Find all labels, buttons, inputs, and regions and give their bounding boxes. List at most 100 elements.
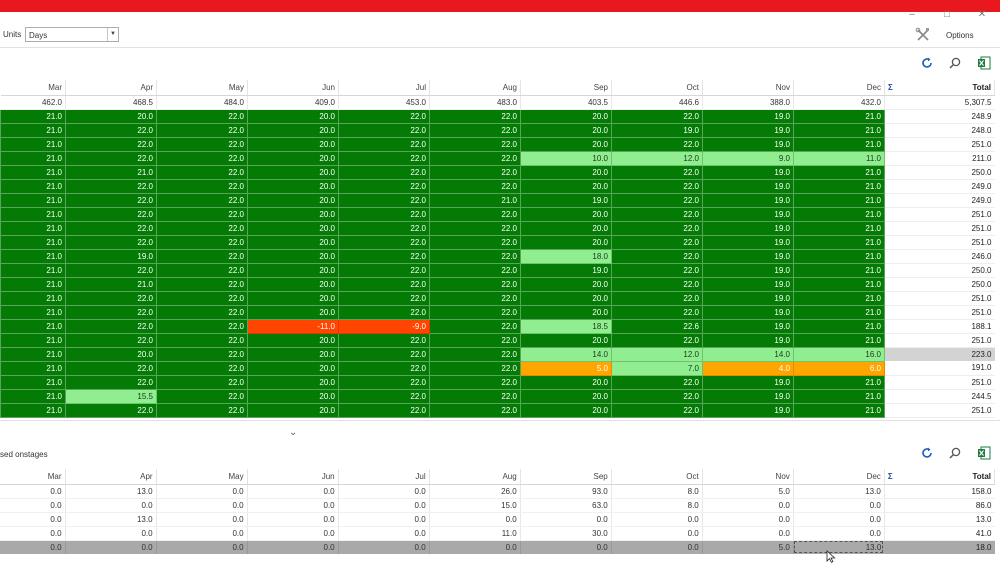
grid-cell[interactable]: 18.0 <box>520 248 612 264</box>
table-row[interactable]: 21.0 19.0 22.0 20.0 22.0 22.0 18.0 22.0 19.0 21.0… <box>0 248 995 264</box>
grid-cell[interactable]: 22.0 <box>429 318 521 334</box>
grid-cell[interactable]: 14.0 <box>520 346 612 362</box>
grid-cell[interactable]: 22.0 <box>338 360 430 376</box>
grid-cell[interactable]: 21.0 <box>793 192 885 208</box>
grid-cell[interactable]: 0.0 <box>338 484 430 499</box>
grid-cell[interactable]: -11.0 <box>247 318 339 334</box>
grid-cell[interactable]: 0.0 <box>65 540 157 554</box>
panel-splitter[interactable]: ⌄ <box>0 420 1000 448</box>
grid-cell[interactable]: 22.0 <box>429 304 521 320</box>
grid-cell[interactable]: 20.0 <box>520 276 612 292</box>
grid-cell[interactable]: 22.0 <box>156 122 248 138</box>
grid-cell[interactable]: 0.0 <box>65 526 157 541</box>
grid-cell[interactable]: 0.0 <box>156 540 248 554</box>
grid-cell[interactable]: 22.0 <box>338 178 430 194</box>
grid-cell[interactable]: 0.0 <box>702 512 794 527</box>
grid-cell[interactable]: 6.0 <box>793 360 885 376</box>
grid-cell[interactable]: 22.0 <box>429 402 521 418</box>
close-icon[interactable]: ✕ <box>975 10 989 22</box>
grid-cell[interactable]: 22.0 <box>156 150 248 166</box>
grid-cell[interactable]: 22.0 <box>156 346 248 362</box>
grid-cell[interactable]: 19.0 <box>702 206 794 222</box>
grid-cell[interactable]: 11.0 <box>429 526 521 541</box>
grid-cell[interactable]: 20.0 <box>247 346 339 362</box>
grid-cell[interactable]: 22.0 <box>338 402 430 418</box>
grid-cell[interactable]: 21.0 <box>793 276 885 292</box>
grid-cell[interactable]: 22.0 <box>611 178 703 194</box>
grid-cell[interactable]: 19.0 <box>702 136 794 152</box>
grid-cell[interactable]: 22.0 <box>338 374 430 390</box>
column-header[interactable]: Oct <box>611 469 703 485</box>
tools-icon[interactable] <box>915 27 931 43</box>
grid-cell[interactable]: 22.0 <box>65 122 157 138</box>
grid-cell[interactable]: 22.0 <box>338 206 430 222</box>
grid-cell[interactable]: 0.0 <box>156 498 248 513</box>
search-icon[interactable] <box>948 56 962 70</box>
table-row[interactable]: 21.0 22.0 22.0 -11.0 -9.0 22.0 18.5 22.6 19.0 21.… <box>0 318 995 334</box>
grid-cell[interactable]: 22.0 <box>65 360 157 376</box>
grid-cell[interactable]: 22.0 <box>338 332 430 348</box>
grid-cell[interactable]: 22.0 <box>65 150 157 166</box>
grid-cell[interactable]: 22.0 <box>156 304 248 320</box>
column-header[interactable]: Aug <box>429 80 521 96</box>
grid-cell[interactable]: 22.0 <box>65 206 157 222</box>
table-row[interactable]: 21.0 20.0 22.0 20.0 22.0 22.0 20.0 22.0 19.0 21.0… <box>0 108 995 124</box>
grid-cell[interactable]: 22.0 <box>156 234 248 250</box>
column-header[interactable]: Dec <box>793 469 885 485</box>
grid-cell[interactable]: 22.0 <box>65 136 157 152</box>
grid-cell[interactable]: 22.0 <box>338 290 430 306</box>
grid-cell[interactable]: 21.0 <box>0 276 66 292</box>
grid-cell[interactable]: 22.0 <box>338 220 430 236</box>
grid-cell[interactable]: 22.0 <box>156 318 248 334</box>
grid-cell[interactable]: 22.0 <box>611 304 703 320</box>
grid-cell[interactable]: 22.0 <box>338 150 430 166</box>
grid-cell[interactable]: 22.0 <box>156 108 248 124</box>
grid-cell[interactable]: 20.0 <box>520 220 612 236</box>
grid-cell[interactable]: 20.0 <box>520 290 612 306</box>
grid-cell[interactable]: 21.0 <box>0 220 66 236</box>
grid-cell[interactable]: 63.0 <box>520 498 612 513</box>
grid-cell[interactable]: 22.0 <box>429 108 521 124</box>
grid-cell[interactable]: 22.0 <box>429 290 521 306</box>
grid-cell[interactable]: 22.0 <box>429 234 521 250</box>
grid-cell[interactable]: 22.0 <box>156 248 248 264</box>
grid-cell[interactable]: 22.0 <box>611 276 703 292</box>
grid-cell[interactable]: 21.0 <box>0 304 66 320</box>
grid-cell[interactable]: 0.0 <box>338 540 430 554</box>
grid-cell[interactable]: 22.0 <box>156 290 248 306</box>
grid-cell[interactable]: 21.0 <box>0 122 66 138</box>
grid-cell[interactable]: 21.0 <box>0 262 66 278</box>
grid-cell[interactable]: 21.0 <box>0 332 66 348</box>
grid-cell[interactable]: 20.0 <box>247 164 339 180</box>
table-row[interactable]: 21.0 22.0 22.0 20.0 22.0 22.0 20.0 22.0 19.0 21.0… <box>0 304 995 320</box>
grid-cell[interactable]: 20.0 <box>520 206 612 222</box>
grid-cell[interactable]: 20.0 <box>520 122 612 138</box>
column-header[interactable]: Aug <box>429 469 521 485</box>
grid-cell[interactable]: 21.0 <box>0 136 66 152</box>
grid-cell[interactable]: 21.0 <box>429 192 521 208</box>
grid-cell[interactable]: 21.0 <box>65 276 157 292</box>
grid-cell[interactable]: 21.0 <box>793 318 885 334</box>
grid-cell[interactable]: 19.0 <box>65 248 157 264</box>
minimize-icon[interactable]: – <box>905 10 919 22</box>
grid-cell[interactable]: 19.0 <box>702 304 794 320</box>
grid-cell[interactable]: 0.0 <box>156 526 248 541</box>
grid-cell[interactable]: 22.0 <box>156 164 248 180</box>
grid-cell[interactable]: 22.0 <box>338 234 430 250</box>
grid-cell[interactable]: 22.0 <box>338 262 430 278</box>
grid-cell[interactable]: 19.0 <box>702 290 794 306</box>
maximize-icon[interactable]: □ <box>940 10 954 22</box>
grid-cell[interactable]: 22.0 <box>611 262 703 278</box>
grid-cell[interactable]: 11.0 <box>793 150 885 166</box>
grid-cell[interactable]: 22.0 <box>65 290 157 306</box>
grid-cell[interactable]: 22.0 <box>429 346 521 362</box>
grid-cell[interactable]: 0.0 <box>0 512 66 527</box>
grid-cell[interactable]: 22.0 <box>65 402 157 418</box>
grid-cell[interactable]: 20.0 <box>520 136 612 152</box>
grid-cell[interactable]: 22.0 <box>611 136 703 152</box>
grid-cell[interactable]: 19.0 <box>702 108 794 124</box>
grid-cell[interactable]: 22.0 <box>338 108 430 124</box>
chevron-down-icon[interactable]: ⌄ <box>289 427 297 438</box>
column-header[interactable]: Jul <box>338 80 430 96</box>
grid-cell[interactable]: 20.0 <box>65 108 157 124</box>
